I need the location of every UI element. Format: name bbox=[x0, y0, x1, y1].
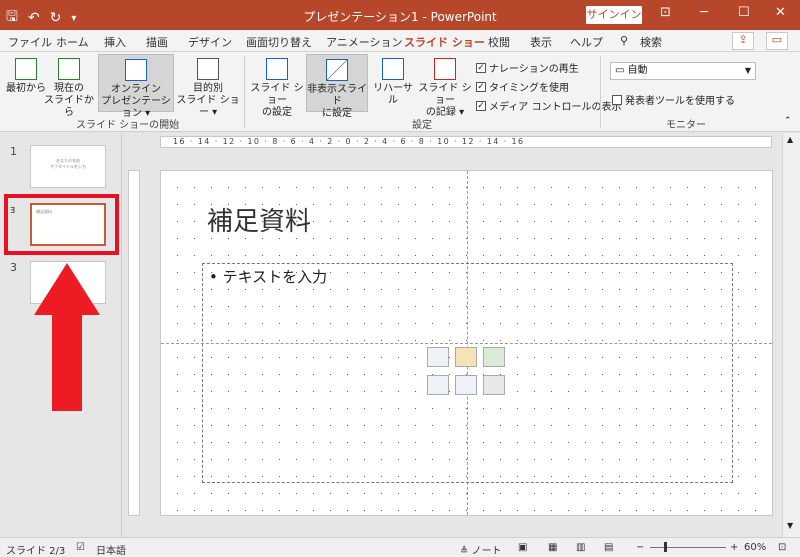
checkbox-checked: ✓ bbox=[476, 100, 486, 111]
highlight-box bbox=[4, 194, 119, 255]
insert-video-icon[interactable] bbox=[483, 375, 505, 395]
slide-canvas[interactable]: 補足資料 • テキストを入力 bbox=[160, 170, 773, 516]
slideshow-current-icon bbox=[58, 58, 80, 80]
zoom-slider-thumb[interactable] bbox=[664, 542, 667, 552]
chevron-down-icon: ▼ bbox=[744, 66, 751, 75]
collapse-ribbon-icon[interactable]: ⌃ bbox=[784, 116, 792, 126]
horizontal-ruler: 16 · 14 · 12 · 10 · 8 · 6 · 4 · 2 · 0 · … bbox=[160, 136, 772, 148]
insert-table-icon[interactable] bbox=[427, 347, 449, 367]
tab-file[interactable]: ファイル bbox=[8, 34, 52, 50]
tab-animations[interactable]: アニメーション bbox=[326, 34, 403, 50]
checkbox-checked: ✓ bbox=[476, 81, 486, 92]
status-bar: スライド 2/3 ☑ 日本語 ≜ ノート ▣ ▦ ▥ ▤ − + 60% ⊡ bbox=[0, 537, 800, 557]
tab-transitions[interactable]: 画面切り替え bbox=[246, 34, 312, 50]
presenter-view-checkbox[interactable]: 発表者ツールを使用する bbox=[612, 92, 735, 107]
zoom-slider[interactable] bbox=[650, 547, 726, 548]
insert-chart-icon[interactable] bbox=[455, 347, 477, 367]
tab-review[interactable]: 校閲 bbox=[488, 34, 510, 50]
insert-picture-icon[interactable] bbox=[427, 375, 449, 395]
reading-view-icon[interactable]: ▥ bbox=[576, 542, 585, 553]
rehearse-button[interactable]: リハーサル bbox=[370, 58, 416, 107]
slide-thumbnail-1[interactable]: あなたの名前 サブタイトルを入力 bbox=[30, 145, 106, 188]
restore-button[interactable]: ☐ bbox=[738, 5, 750, 20]
online-presentation-icon bbox=[125, 59, 147, 81]
scroll-up-icon[interactable]: ▲ bbox=[787, 135, 793, 144]
tab-design[interactable]: デザイン bbox=[188, 34, 232, 50]
group-label-start: スライド ショーの開始 bbox=[76, 120, 180, 131]
record-slideshow-button[interactable]: スライド ショー の記録 ▾ bbox=[418, 58, 472, 119]
record-icon bbox=[434, 58, 456, 80]
window-title: プレゼンテーション1 - PowerPoint bbox=[303, 10, 497, 24]
close-button[interactable]: ✕ bbox=[775, 5, 786, 20]
slide-indicator: スライド 2/3 bbox=[6, 546, 66, 557]
search-icon[interactable]: ⚲ bbox=[620, 34, 628, 47]
ribbon: 最初から 現在の スライドから オンライン プレゼンテーション ▾ 目的別 スラ… bbox=[0, 52, 800, 132]
online-presentation-button[interactable]: オンライン プレゼンテーション ▾ bbox=[98, 54, 174, 119]
setup-slideshow-icon bbox=[266, 58, 288, 80]
slideshow-start-icon bbox=[15, 58, 37, 80]
tab-draw[interactable]: 描画 bbox=[146, 34, 168, 50]
hide-slide-icon bbox=[326, 59, 348, 81]
group-separator bbox=[600, 56, 601, 128]
minimize-button[interactable]: ─ bbox=[700, 5, 708, 20]
fit-to-window-icon[interactable]: ⊡ bbox=[778, 542, 786, 553]
ribbon-options-icon[interactable]: ⊡ bbox=[660, 5, 671, 20]
language-indicator[interactable]: 日本語 bbox=[96, 542, 126, 557]
zoom-level[interactable]: 60% bbox=[744, 542, 766, 553]
monitor-select[interactable]: ▭ 自動 ▼ bbox=[610, 62, 756, 80]
tab-insert[interactable]: 挿入 bbox=[104, 34, 126, 50]
normal-view-icon[interactable]: ▣ bbox=[518, 542, 527, 553]
setup-slideshow-button[interactable]: スライド ショー の設定 bbox=[250, 58, 304, 119]
ribbon-tabs: ファイル ホーム 挿入 描画 デザイン 画面切り替え アニメーション スライド … bbox=[0, 30, 800, 54]
notes-button[interactable]: ≜ ノート bbox=[460, 542, 502, 557]
from-beginning-button[interactable]: 最初から bbox=[6, 58, 46, 95]
tab-slideshow[interactable]: スライド ショー bbox=[404, 34, 485, 54]
scroll-down-icon[interactable]: ▼ bbox=[787, 521, 793, 530]
timing-checkbox[interactable]: ✓ タイミングを使用 bbox=[476, 79, 569, 94]
checkbox-checked: ✓ bbox=[476, 62, 486, 73]
slide-sorter-icon[interactable]: ▦ bbox=[548, 542, 557, 553]
bullet-text[interactable]: • テキストを入力 bbox=[209, 266, 327, 287]
zoom-in-icon[interactable]: + bbox=[730, 542, 738, 553]
slideshow-view-icon[interactable]: ▤ bbox=[604, 542, 613, 553]
tab-home[interactable]: ホーム bbox=[56, 34, 89, 50]
insert-content-icons bbox=[427, 347, 507, 403]
title-bar: 🖫 ↶ ↻ ▾ プレゼンテーション1 - PowerPoint サインイン ⊡ … bbox=[0, 0, 800, 30]
insert-smartart-icon[interactable] bbox=[483, 347, 505, 367]
slide-number: 1 bbox=[10, 145, 17, 158]
tab-search[interactable]: 検索 bbox=[640, 34, 662, 50]
vertical-scrollbar[interactable]: ▲ ▼ bbox=[782, 133, 800, 537]
group-label-monitor: モニター bbox=[666, 120, 706, 131]
red-arrow-annotation bbox=[34, 263, 100, 411]
narration-checkbox[interactable]: ✓ ナレーションの再生 bbox=[476, 60, 579, 75]
custom-slideshow-button[interactable]: 目的別 スライド ショー ▾ bbox=[176, 58, 240, 119]
slide-number: 3 bbox=[10, 261, 17, 274]
insert-online-picture-icon[interactable] bbox=[455, 375, 477, 395]
group-label-setup: 設定 bbox=[412, 120, 432, 131]
monitor-icon: ▭ bbox=[615, 65, 625, 76]
comments-icon[interactable]: ▭ bbox=[766, 32, 788, 50]
tab-view[interactable]: 表示 bbox=[530, 34, 552, 50]
tab-help[interactable]: ヘルプ bbox=[570, 34, 603, 50]
vertical-ruler bbox=[128, 170, 140, 516]
rehearse-timer-icon bbox=[382, 58, 404, 80]
group-separator bbox=[244, 56, 245, 128]
from-current-button[interactable]: 現在の スライドから bbox=[44, 58, 94, 119]
spellcheck-icon[interactable]: ☑ bbox=[76, 542, 85, 553]
slide-thumbnail-pane: 1 あなたの名前 サブタイトルを入力 ⱻ 補足資料 3 bbox=[0, 133, 122, 537]
share-icon[interactable]: ⇪ bbox=[732, 32, 754, 50]
signin-button[interactable]: サインイン bbox=[586, 6, 642, 24]
zoom-out-icon[interactable]: − bbox=[636, 542, 644, 553]
checkbox-unchecked bbox=[612, 94, 622, 105]
custom-slideshow-icon bbox=[197, 58, 219, 80]
slide-title[interactable]: 補足資料 bbox=[207, 201, 311, 238]
hide-slide-button[interactable]: 非表示スライド に設定 bbox=[306, 54, 368, 119]
